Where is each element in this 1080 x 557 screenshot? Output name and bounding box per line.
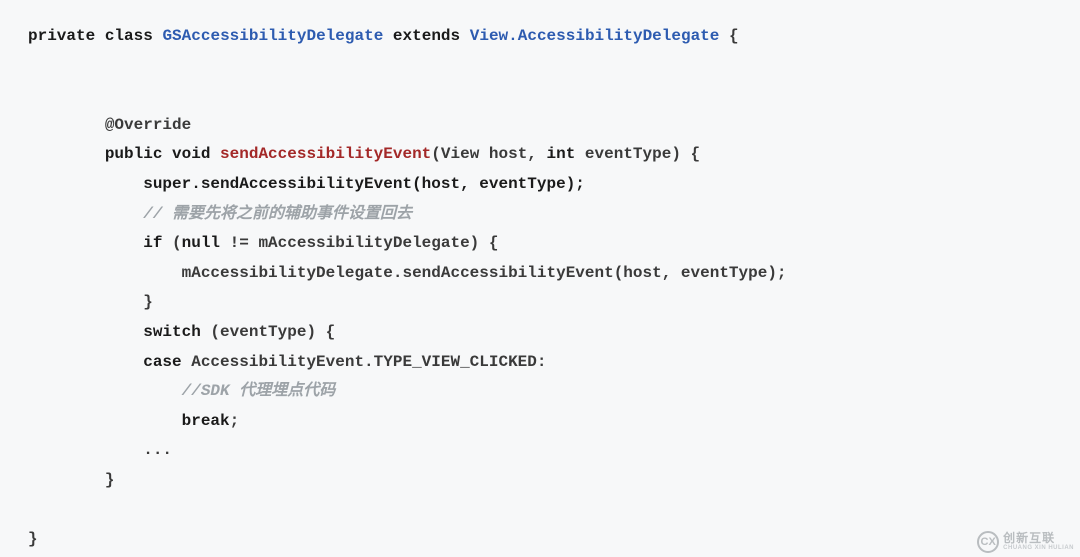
keyword-case: case bbox=[143, 353, 181, 371]
keyword-public: public bbox=[105, 145, 163, 163]
code-line: } bbox=[28, 530, 38, 548]
class-name: GSAccessibilityDelegate bbox=[162, 27, 383, 45]
super-call: super.sendAccessibilityEvent(host, event… bbox=[143, 175, 585, 193]
keyword-private: private bbox=[28, 27, 95, 45]
code-line: case AccessibilityEvent.TYPE_VIEW_CLICKE… bbox=[28, 353, 546, 371]
code-line: // 需要先将之前的辅助事件设置回去 bbox=[28, 205, 412, 223]
comment-line: // 需要先将之前的辅助事件设置回去 bbox=[143, 205, 412, 223]
keyword-void: void bbox=[172, 145, 210, 163]
brace-open: { bbox=[719, 27, 738, 45]
watermark-logo-icon: CX bbox=[977, 531, 999, 553]
keyword-int: int bbox=[547, 145, 576, 163]
code-line: ... bbox=[28, 441, 172, 459]
code-line: } bbox=[28, 293, 153, 311]
code-line: mAccessibilityDelegate.sendAccessibility… bbox=[28, 264, 787, 282]
code-line: //SDK 代理埋点代码 bbox=[28, 382, 335, 400]
code-line: break; bbox=[28, 412, 239, 430]
code-line: public void sendAccessibilityEvent(View … bbox=[28, 145, 700, 163]
code-line: if (null != mAccessibilityDelegate) { bbox=[28, 234, 498, 252]
code-line: super.sendAccessibilityEvent(host, event… bbox=[28, 175, 585, 193]
keyword-extends: extends bbox=[393, 27, 460, 45]
brace-close-outer: } bbox=[28, 530, 38, 548]
comment-sdk: //SDK 代理埋点代码 bbox=[182, 382, 336, 400]
brace-close: } bbox=[105, 471, 115, 489]
case-value: AccessibilityEvent.TYPE_VIEW_CLICKED: bbox=[182, 353, 547, 371]
keyword-null: null bbox=[182, 234, 220, 252]
keyword-break: break bbox=[182, 412, 230, 430]
ellipsis: ... bbox=[143, 441, 172, 459]
code-line: } bbox=[28, 471, 114, 489]
code-line: switch (eventType) { bbox=[28, 323, 335, 341]
super-class-name: View.AccessibilityDelegate bbox=[470, 27, 720, 45]
code-line: @Override bbox=[28, 116, 191, 134]
keyword-switch: switch bbox=[143, 323, 201, 341]
delegate-call: mAccessibilityDelegate.sendAccessibility… bbox=[182, 264, 787, 282]
params-close: eventType) { bbox=[575, 145, 700, 163]
brace-close: } bbox=[143, 293, 153, 311]
watermark-text: 创新互联 bbox=[1003, 532, 1074, 545]
method-name: sendAccessibilityEvent bbox=[220, 145, 431, 163]
annotation-override: @Override bbox=[105, 116, 191, 134]
code-line: private class GSAccessibilityDelegate ex… bbox=[28, 27, 739, 45]
keyword-if: if bbox=[143, 234, 162, 252]
params-open: (View host, bbox=[431, 145, 546, 163]
code-block: private class GSAccessibilityDelegate ex… bbox=[28, 22, 1052, 555]
watermark-subtext: CHUANG XIN HULIAN bbox=[1003, 545, 1074, 552]
keyword-class: class bbox=[105, 27, 153, 45]
watermark: CX 创新互联 CHUANG XIN HULIAN bbox=[977, 531, 1074, 553]
